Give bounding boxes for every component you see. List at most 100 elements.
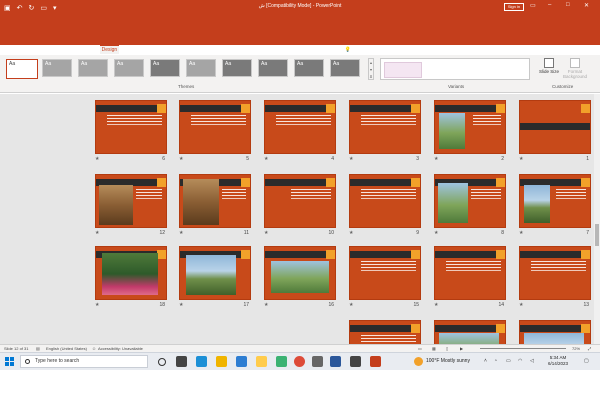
reading-view-icon[interactable]: ▯ bbox=[446, 346, 448, 351]
slide-count: Slide 12 of 31 bbox=[4, 346, 29, 351]
tab-animations[interactable]: Animations bbox=[163, 46, 192, 54]
slide-number-7: 7 bbox=[586, 230, 589, 236]
mail-icon[interactable] bbox=[236, 356, 247, 367]
scrollbar-thumb[interactable] bbox=[595, 224, 599, 246]
slide-title-band bbox=[180, 105, 250, 112]
slide-thumbnail-16[interactable] bbox=[264, 246, 336, 300]
slide-thumbnail-14[interactable] bbox=[434, 246, 506, 300]
file-explorer-icon[interactable] bbox=[216, 356, 227, 367]
theme-office[interactable]: Aa bbox=[6, 59, 38, 79]
slide-thumbnail-4[interactable] bbox=[264, 100, 336, 154]
slide-number-12: 12 bbox=[159, 230, 165, 236]
theme-3[interactable]: Aa bbox=[78, 59, 108, 77]
language-indicator[interactable]: English (United States) bbox=[46, 346, 87, 351]
slide-thumbnail-3[interactable] bbox=[349, 100, 421, 154]
slide-size-button[interactable]: Slide Size bbox=[538, 58, 560, 74]
spellcheck-icon[interactable]: ▤ bbox=[36, 346, 40, 351]
theme-7[interactable]: Aa bbox=[222, 59, 252, 77]
volume-icon[interactable]: ◁ bbox=[530, 358, 534, 364]
accessibility-status[interactable]: Accessibility: Unavailable bbox=[98, 346, 143, 351]
notifications-icon[interactable]: ▢ bbox=[584, 358, 589, 364]
slide-thumbnail-1[interactable] bbox=[519, 100, 591, 154]
slide-thumbnail-13[interactable] bbox=[519, 246, 591, 300]
slide-thumbnail-19[interactable] bbox=[519, 320, 591, 344]
tab-transitions[interactable]: Transitions bbox=[127, 46, 155, 54]
photos-icon[interactable] bbox=[256, 356, 267, 367]
tab-home[interactable]: Home bbox=[26, 46, 43, 54]
theme-10[interactable]: Aa bbox=[330, 59, 360, 77]
slide-number-9: 9 bbox=[416, 230, 419, 236]
slide-thumbnail-7[interactable] bbox=[519, 174, 591, 228]
taskbar-search-box[interactable]: Type here to search bbox=[20, 355, 148, 368]
slide-thumbnail-21[interactable] bbox=[349, 320, 421, 344]
slide-sorter-view-icon[interactable]: ▦ bbox=[432, 346, 436, 351]
tell-me-search[interactable]: 💡 Tell me what you want to do bbox=[345, 47, 414, 53]
tab-design[interactable]: Design bbox=[99, 45, 120, 54]
theme-8[interactable]: Aa bbox=[258, 59, 288, 77]
slide-picture bbox=[524, 333, 584, 344]
slide-number-11: 11 bbox=[243, 230, 249, 236]
network-icon[interactable]: ◔ bbox=[494, 358, 497, 364]
tab-draw[interactable]: Draw bbox=[76, 46, 92, 54]
sign-in-button[interactable]: Sign in bbox=[504, 3, 524, 11]
slide-picture bbox=[439, 333, 499, 344]
slide-thumbnail-17[interactable] bbox=[179, 246, 251, 300]
tab-review[interactable]: Review bbox=[265, 46, 285, 54]
tab-view[interactable]: View bbox=[294, 46, 309, 54]
close-icon[interactable]: ✕ bbox=[584, 2, 589, 9]
tab-slide-show[interactable]: Slide Show bbox=[200, 46, 229, 54]
wifi-icon[interactable]: ◠ bbox=[518, 358, 522, 364]
word-icon[interactable] bbox=[330, 356, 341, 367]
edge-icon[interactable] bbox=[196, 356, 207, 367]
tab-help[interactable]: Help bbox=[316, 46, 330, 54]
slide-thumbnail-9[interactable] bbox=[349, 174, 421, 228]
slide-thumbnail-20[interactable] bbox=[434, 320, 506, 344]
battery-icon[interactable]: ▭ bbox=[506, 358, 511, 364]
maximize-icon[interactable]: □ bbox=[566, 2, 570, 8]
theme-6[interactable]: Aa bbox=[186, 59, 216, 77]
app-icon-2[interactable] bbox=[350, 356, 361, 367]
slide-thumbnail-15[interactable] bbox=[349, 246, 421, 300]
fit-to-window-icon[interactable]: ⤢ bbox=[588, 346, 591, 351]
weather-widget[interactable]: 100°F Mostly sunny bbox=[426, 356, 470, 367]
format-background-label: Format Background bbox=[562, 69, 588, 79]
app-icon-1[interactable] bbox=[312, 356, 323, 367]
normal-view-icon[interactable]: ▭ bbox=[418, 346, 422, 351]
windows-start-icon[interactable] bbox=[5, 357, 14, 366]
slide-corner bbox=[241, 178, 250, 187]
powerpoint-icon[interactable] bbox=[370, 356, 381, 367]
theme-4[interactable]: Aa bbox=[114, 59, 144, 77]
slide-thumbnail-10[interactable] bbox=[264, 174, 336, 228]
slide-thumbnail-11[interactable] bbox=[179, 174, 251, 228]
slide-title-band bbox=[435, 105, 505, 112]
show-hidden-icons[interactable]: ˄ bbox=[484, 358, 487, 364]
slideshow-view-icon[interactable]: ▶ bbox=[460, 346, 463, 351]
slide-thumbnail-6[interactable] bbox=[95, 100, 167, 154]
tab-file[interactable]: File bbox=[6, 46, 18, 54]
vertical-scrollbar[interactable] bbox=[594, 94, 600, 344]
cortana-icon[interactable] bbox=[158, 358, 166, 366]
zoom-slider[interactable] bbox=[480, 348, 566, 349]
slide-thumbnail-18[interactable] bbox=[95, 246, 167, 300]
slide-thumbnail-8[interactable] bbox=[434, 174, 506, 228]
slide-thumbnail-2[interactable] bbox=[434, 100, 506, 154]
chrome-icon[interactable] bbox=[294, 356, 305, 367]
maps-icon[interactable] bbox=[276, 356, 287, 367]
ribbon-display-icon[interactable]: ▭ bbox=[530, 2, 536, 9]
theme-5[interactable]: Aa bbox=[150, 59, 180, 77]
task-view-icon[interactable] bbox=[176, 356, 187, 367]
format-background-button[interactable]: Format Background bbox=[560, 58, 590, 79]
tab-insert[interactable]: Insert bbox=[51, 46, 68, 54]
theme-9[interactable]: Aa bbox=[294, 59, 324, 77]
slide-thumbnail-5[interactable] bbox=[179, 100, 251, 154]
minimize-icon[interactable]: – bbox=[548, 2, 551, 8]
variant-1[interactable] bbox=[384, 62, 422, 78]
slide-thumbnail-12[interactable] bbox=[95, 174, 167, 228]
weather-sun-icon[interactable] bbox=[414, 357, 423, 366]
variants-gallery[interactable] bbox=[380, 58, 530, 80]
theme-2[interactable]: Aa bbox=[42, 59, 72, 77]
themes-more-icon[interactable]: ▴ ▾ ⊻ bbox=[368, 58, 374, 80]
system-clock[interactable]: 5:34 AM 6/14/2023 bbox=[548, 355, 568, 367]
zoom-level[interactable]: 72% bbox=[572, 346, 580, 351]
tab-record[interactable]: Record bbox=[237, 46, 257, 54]
